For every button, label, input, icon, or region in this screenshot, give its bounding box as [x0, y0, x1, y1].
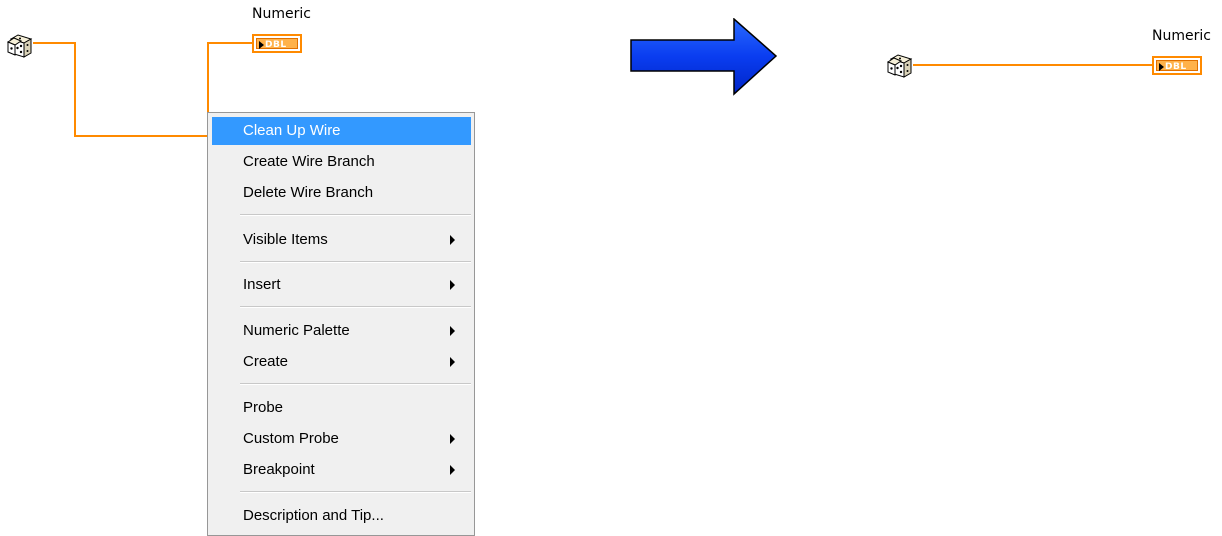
wire-segment[interactable]: [74, 42, 76, 137]
menu-item-label: Probe: [243, 399, 284, 416]
menu-item-label: Description and Tip...: [243, 507, 384, 524]
menu-separator: [240, 491, 471, 493]
dbl-badge: DBL: [256, 38, 298, 50]
submenu-arrow-icon: [450, 434, 455, 444]
menu-item-create-wire-branch[interactable]: Create Wire Branch: [212, 148, 471, 176]
menu-item-probe[interactable]: Probe: [212, 394, 471, 422]
menu-item-label: Create: [243, 353, 289, 370]
dbl-badge: DBL: [1156, 60, 1198, 72]
wire-segment[interactable]: [33, 42, 76, 44]
numeric-label: Numeric: [1152, 28, 1211, 44]
menu-item-breakpoint[interactable]: Breakpoint: [212, 456, 471, 484]
submenu-arrow-icon: [450, 465, 455, 475]
menu-item-label: Clean Up Wire: [243, 122, 341, 139]
terminal-type-label: DBL: [1165, 62, 1187, 72]
terminal-type-label: DBL: [265, 40, 287, 50]
menu-separator: [240, 214, 471, 216]
terminal-arrow-icon: [259, 41, 264, 49]
menu-item-label: Visible Items: [243, 231, 328, 248]
submenu-arrow-icon: [450, 357, 455, 367]
menu-item-numeric-palette[interactable]: Numeric Palette: [212, 317, 471, 345]
menu-item-custom-probe[interactable]: Custom Probe: [212, 425, 471, 453]
wire-segment[interactable]: [913, 64, 1152, 66]
menu-item-label: Insert: [243, 276, 281, 293]
menu-item-insert[interactable]: Insert: [212, 271, 471, 299]
menu-item-label: Numeric Palette: [243, 322, 350, 339]
menu-item-create[interactable]: Create: [212, 348, 471, 376]
menu-separator: [240, 383, 471, 385]
submenu-arrow-icon: [450, 280, 455, 290]
menu-item-label: Custom Probe: [243, 430, 339, 447]
numeric-label: Numeric: [252, 6, 311, 22]
menu-item-label: Delete Wire Branch: [243, 184, 374, 201]
menu-item-label: Create Wire Branch: [243, 153, 375, 170]
menu-separator: [240, 306, 471, 308]
wire-segment[interactable]: [74, 135, 209, 137]
menu-item-label: Breakpoint: [243, 461, 315, 478]
dice-icon[interactable]: [887, 53, 913, 79]
menu-item-visible-items[interactable]: Visible Items: [212, 226, 471, 254]
menu-separator: [240, 261, 471, 263]
menu-item-delete-wire-branch[interactable]: Delete Wire Branch: [212, 179, 471, 207]
numeric-indicator-terminal[interactable]: DBL: [252, 34, 302, 53]
submenu-arrow-icon: [450, 235, 455, 245]
wire-segment[interactable]: [207, 42, 252, 44]
submenu-arrow-icon: [450, 326, 455, 336]
numeric-indicator-terminal[interactable]: DBL: [1152, 56, 1202, 75]
dice-icon[interactable]: [7, 33, 33, 59]
terminal-arrow-icon: [1159, 63, 1164, 71]
context-menu: Clean Up Wire Create Wire Branch Delete …: [207, 112, 475, 536]
right-arrow-icon: [630, 18, 778, 96]
menu-item-clean-up-wire[interactable]: Clean Up Wire: [212, 117, 471, 145]
menu-item-description-and-tip[interactable]: Description and Tip...: [212, 502, 471, 530]
